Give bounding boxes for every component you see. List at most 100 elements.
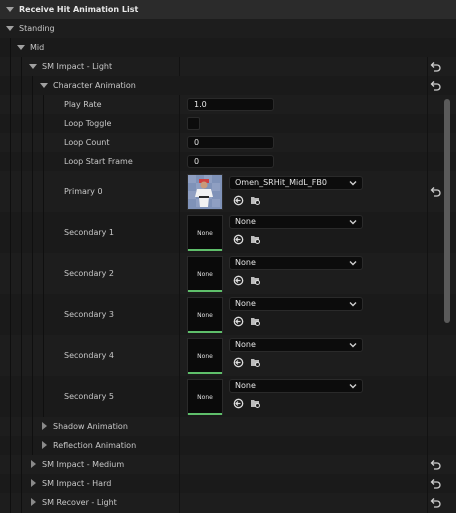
secondary-label: Secondary 1	[64, 228, 114, 237]
vertical-scrollbar[interactable]	[444, 99, 450, 323]
tree-item-standing[interactable]: Standing	[0, 19, 456, 38]
property-row-secondary-4: Secondary 4 None None	[0, 335, 456, 376]
character-thumbnail-icon	[188, 175, 222, 209]
secondary-asset-value: None	[235, 299, 256, 308]
tree-item-mid[interactable]: Mid	[0, 38, 456, 57]
chevron-down-icon	[349, 261, 357, 266]
asset-thumbnail[interactable]	[187, 174, 223, 210]
loop-count-label: Loop Count	[64, 138, 110, 147]
chevron-down-icon	[349, 302, 357, 307]
secondary-asset-value: None	[235, 340, 256, 349]
browse-folder-icon[interactable]	[250, 357, 261, 368]
sm-impact-medium-label: SM Impact - Medium	[42, 460, 125, 469]
loop-toggle-label: Loop Toggle	[64, 119, 112, 128]
mid-label: Mid	[30, 43, 45, 52]
thumbnail-none-label: None	[197, 394, 213, 401]
use-selected-asset-icon[interactable]	[233, 234, 244, 245]
triangle-right-icon[interactable]	[31, 479, 36, 487]
tree-item-sm-impact-medium[interactable]: SM Impact - Medium	[0, 455, 456, 474]
secondary-asset-dropdown[interactable]: None	[229, 338, 363, 352]
shadow-animation-label: Shadow Animation	[53, 422, 128, 431]
standing-label: Standing	[19, 24, 55, 33]
thumbnail-none-label: None	[197, 353, 213, 360]
secondary-asset-dropdown[interactable]: None	[229, 256, 363, 270]
secondary-asset-dropdown[interactable]: None	[229, 297, 363, 311]
triangle-right-icon[interactable]	[31, 460, 36, 468]
reset-arrow-icon[interactable]	[429, 186, 441, 198]
triangle-down-icon[interactable]	[6, 26, 14, 31]
triangle-down-icon[interactable]	[17, 45, 25, 50]
triangle-down-icon[interactable]	[29, 64, 37, 69]
chevron-down-icon	[349, 343, 357, 348]
thumbnail-none-label: None	[197, 312, 213, 319]
primary-0-label: Primary 0	[64, 187, 103, 196]
use-selected-asset-icon[interactable]	[233, 316, 244, 327]
property-row-loop-toggle: Loop Toggle	[0, 114, 456, 133]
reset-arrow-icon[interactable]	[429, 497, 441, 509]
property-row-primary-0: Primary 0 Omen_SRHit_MidL_FB0	[0, 171, 456, 212]
loop-start-frame-label: Loop Start Frame	[64, 157, 133, 166]
property-row-secondary-1: Secondary 1 None None	[0, 212, 456, 253]
use-selected-asset-icon[interactable]	[233, 398, 244, 409]
sm-impact-light-label: SM Impact - Light	[42, 62, 113, 71]
section-header-receive-hit[interactable]: Receive Hit Animation List	[0, 0, 456, 19]
tree-item-sm-impact-hard[interactable]: SM Impact - Hard	[0, 474, 456, 493]
browse-folder-icon[interactable]	[250, 398, 261, 409]
asset-thumbnail[interactable]: None	[187, 297, 223, 333]
secondary-label: Secondary 3	[64, 310, 114, 319]
triangle-right-icon[interactable]	[31, 498, 36, 506]
secondary-asset-value: None	[235, 258, 256, 267]
tree-item-sm-impact-light[interactable]: SM Impact - Light	[0, 57, 456, 76]
triangle-down-icon[interactable]	[6, 7, 14, 12]
chevron-down-icon	[349, 384, 357, 389]
use-selected-asset-icon[interactable]	[233, 275, 244, 286]
loop-start-frame-input[interactable]: 0	[187, 155, 274, 168]
property-row-secondary-3: Secondary 3 None None	[0, 294, 456, 335]
section-title: Receive Hit Animation List	[19, 5, 139, 14]
sm-impact-hard-label: SM Impact - Hard	[42, 479, 112, 488]
asset-thumbnail[interactable]: None	[187, 215, 223, 251]
browse-folder-icon[interactable]	[250, 234, 261, 245]
secondary-asset-value: None	[235, 381, 256, 390]
loop-toggle-checkbox[interactable]	[187, 117, 200, 130]
browse-folder-icon[interactable]	[250, 275, 261, 286]
tree-item-reflection-animation[interactable]: Reflection Animation	[0, 436, 456, 455]
reset-arrow-icon[interactable]	[429, 61, 441, 73]
chevron-down-icon	[349, 220, 357, 225]
secondary-asset-dropdown[interactable]: None	[229, 215, 363, 229]
primary-0-asset-value: Omen_SRHit_MidL_FB0	[235, 178, 327, 187]
triangle-down-icon[interactable]	[40, 83, 48, 88]
character-animation-label: Character Animation	[53, 81, 136, 90]
secondary-label: Secondary 4	[64, 351, 114, 360]
asset-thumbnail[interactable]: None	[187, 256, 223, 292]
reflection-animation-label: Reflection Animation	[53, 441, 137, 450]
play-rate-input[interactable]: 1.0	[187, 98, 274, 111]
primary-0-asset-dropdown[interactable]: Omen_SRHit_MidL_FB0	[229, 176, 363, 190]
thumbnail-none-label: None	[197, 230, 213, 237]
tree-item-shadow-animation[interactable]: Shadow Animation	[0, 417, 456, 436]
browse-folder-icon[interactable]	[250, 195, 261, 206]
reset-arrow-icon[interactable]	[429, 459, 441, 471]
property-row-secondary-2: Secondary 2 None None	[0, 253, 456, 294]
secondary-label: Secondary 2	[64, 269, 114, 278]
reset-arrow-icon[interactable]	[429, 478, 441, 490]
secondary-asset-dropdown[interactable]: None	[229, 379, 363, 393]
asset-thumbnail[interactable]: None	[187, 338, 223, 374]
property-row-play-rate: Play Rate 1.0	[0, 95, 456, 114]
triangle-right-icon[interactable]	[42, 441, 47, 449]
secondary-asset-value: None	[235, 217, 256, 226]
triangle-right-icon[interactable]	[42, 422, 47, 430]
tree-item-sm-recover-light[interactable]: SM Recover - Light	[0, 493, 456, 513]
chevron-down-icon	[349, 181, 357, 186]
property-row-secondary-5: Secondary 5 None None	[0, 376, 456, 417]
reset-arrow-icon[interactable]	[429, 80, 441, 92]
tree-item-character-animation[interactable]: Character Animation	[0, 76, 456, 95]
loop-count-input[interactable]: 0	[187, 136, 274, 149]
browse-folder-icon[interactable]	[250, 316, 261, 327]
asset-thumbnail[interactable]: None	[187, 379, 223, 415]
use-selected-asset-icon[interactable]	[233, 195, 244, 206]
property-row-loop-start-frame: Loop Start Frame 0	[0, 152, 456, 171]
thumbnail-none-label: None	[197, 271, 213, 278]
property-row-loop-count: Loop Count 0	[0, 133, 456, 152]
use-selected-asset-icon[interactable]	[233, 357, 244, 368]
